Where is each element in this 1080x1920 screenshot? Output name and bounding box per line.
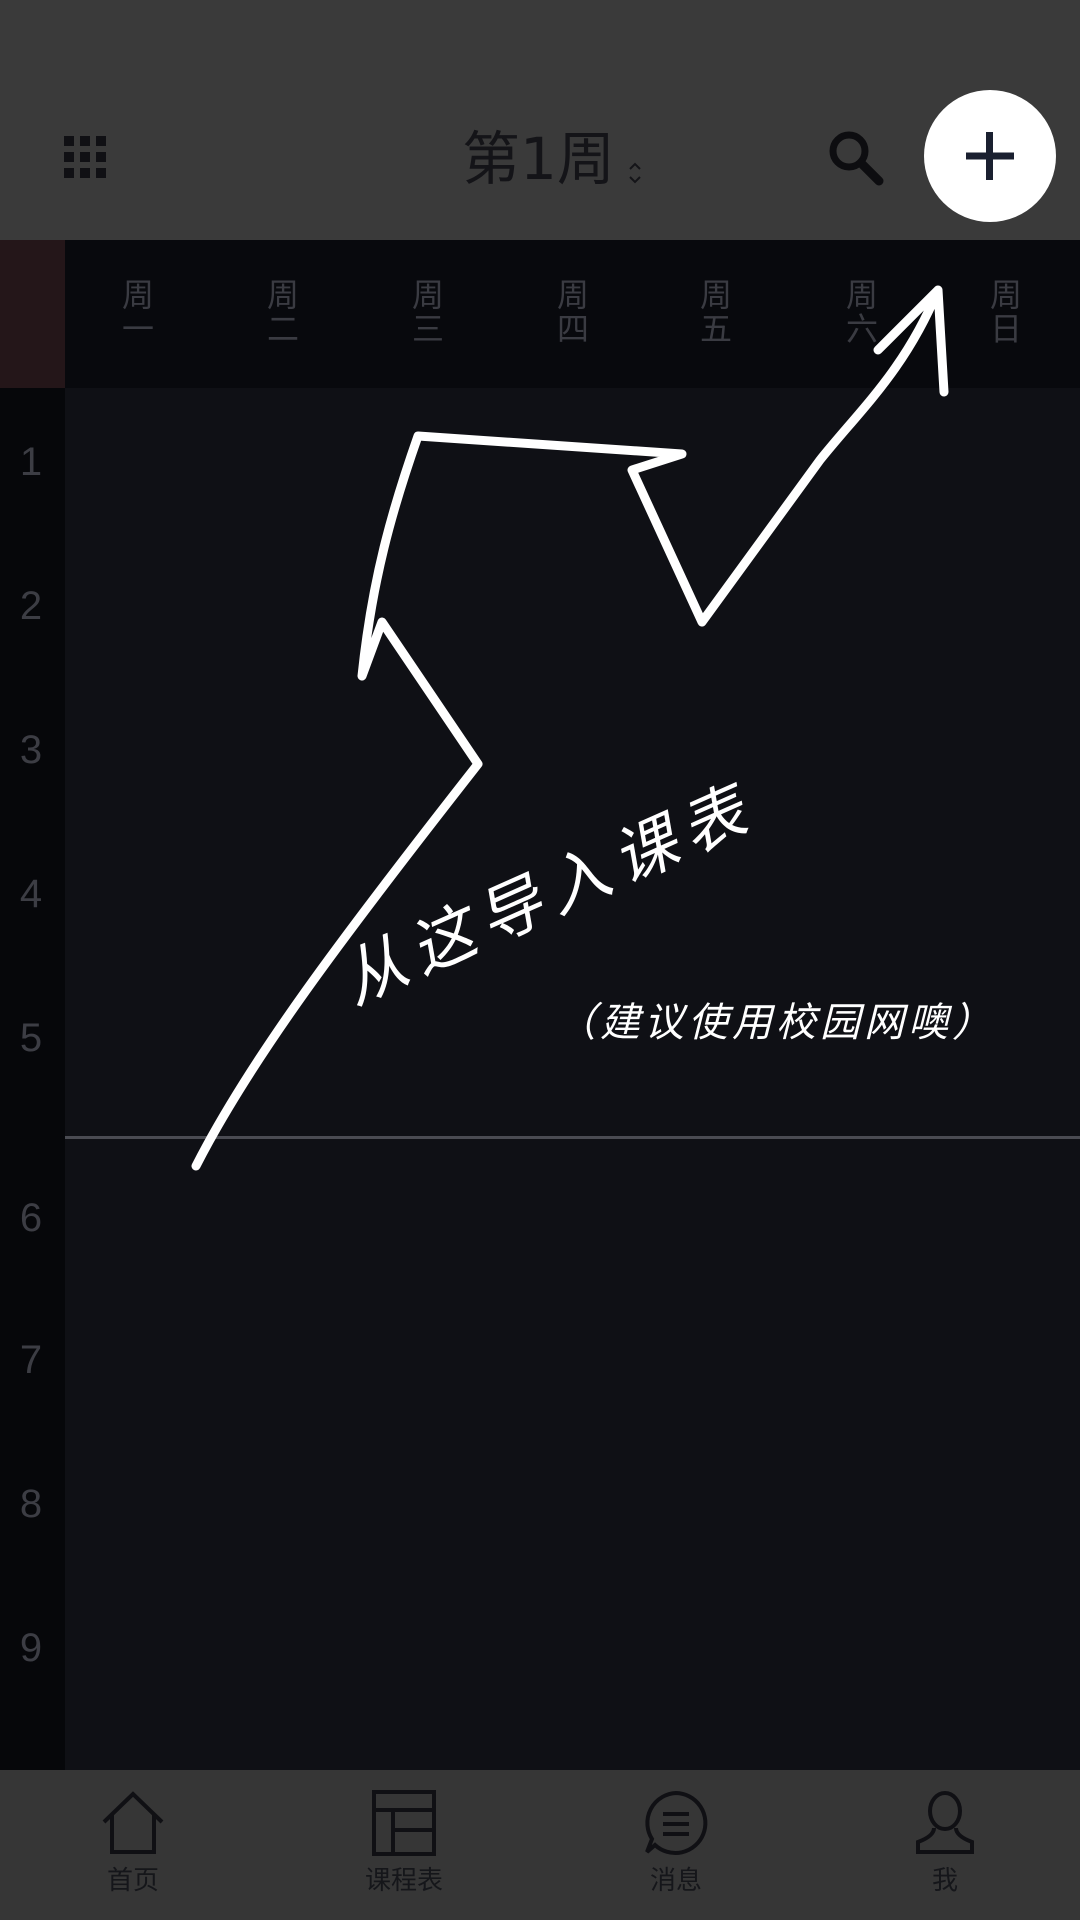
search-icon[interactable] (826, 128, 884, 186)
period-number: 1 (19, 440, 43, 484)
period-number: 4 (19, 872, 43, 916)
weekday-wed: 周三 (411, 276, 444, 348)
profile-icon (916, 1791, 974, 1854)
nav-timetable-label: 课程表 (364, 1866, 443, 1896)
apps-grid-icon[interactable] (64, 136, 106, 178)
header-corner-cell (0, 240, 65, 388)
period-number: 2 (19, 584, 43, 628)
nav-profile[interactable]: 我 (865, 1788, 1025, 1897)
home-icon (102, 1791, 164, 1854)
period-number: 8 (19, 1482, 43, 1526)
period-number: 5 (19, 1016, 43, 1060)
weekday-fri: 周五 (699, 276, 732, 348)
current-time-line (65, 1136, 1080, 1139)
week-selector-caret-icon[interactable] (628, 160, 642, 186)
top-app-bar: 第1周 (0, 0, 1080, 240)
period-number: 7 (19, 1338, 43, 1382)
timetable-screen: 第1周 周一 周二 周三 周四 周 五 周 六 周 日 1 2 3 4 5 6 … (0, 0, 1080, 1920)
week-title: 第1周 (462, 125, 615, 193)
annotation-sub-text: （建议使用校园网噢） (556, 1000, 996, 1046)
weekday-tue: 周二 (266, 276, 299, 348)
nav-messages-label: 消息 (649, 1866, 702, 1896)
message-icon (645, 1790, 708, 1855)
period-column: 1 2 3 4 5 6 7 8 9 (0, 388, 65, 1770)
weekday-sat: 周六 (845, 276, 878, 348)
nav-home-label: 首页 (106, 1866, 159, 1896)
week-selector[interactable]: 第1周 (462, 118, 615, 193)
nav-messages[interactable]: 消息 (596, 1788, 756, 1897)
nav-home[interactable]: 首页 (53, 1788, 213, 1897)
weekday-thu: 周四 (556, 276, 589, 348)
period-number: 3 (19, 728, 43, 772)
timetable-icon (372, 1790, 436, 1856)
weekday-sun: 周日 (989, 276, 1022, 348)
nav-timetable[interactable]: 课程表 (324, 1788, 484, 1897)
period-number: 9 (19, 1626, 43, 1670)
period-number: 6 (19, 1196, 43, 1240)
annotation-main-text: 从这导入课表 (330, 771, 767, 1020)
plus-icon (966, 132, 1014, 180)
bottom-navigation: 首页 课程表 消息 我 (0, 1770, 1080, 1920)
weekday-header: 周一 周二 周三 周四 周五 周六 周日 (0, 240, 1080, 388)
import-timetable-button[interactable] (924, 90, 1056, 222)
weekday-mon: 周一 (121, 276, 154, 348)
nav-profile-label: 我 (931, 1866, 958, 1896)
